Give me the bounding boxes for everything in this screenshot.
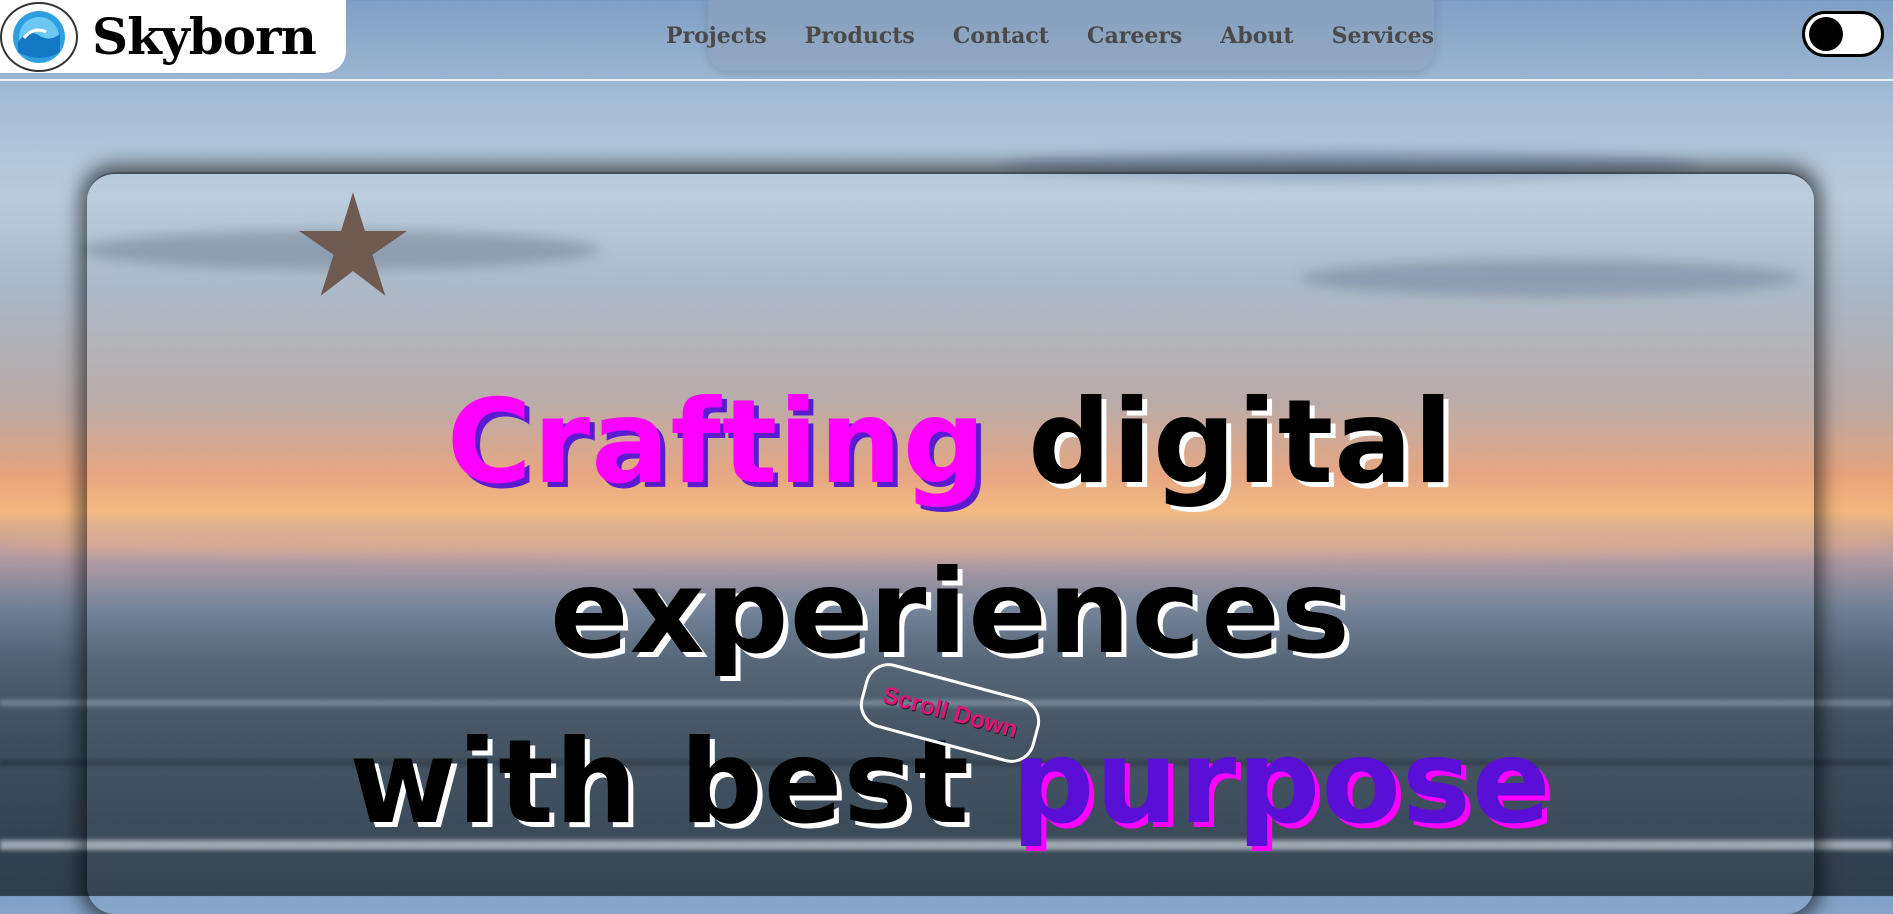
headline-line-1: Crafting digital experiences — [87, 358, 1814, 698]
wave-globe-icon — [0, 1, 78, 72]
headline-text-2: with best — [349, 715, 970, 850]
nav-item-services[interactable]: Services — [1332, 23, 1434, 49]
brand-name: Skyborn — [92, 7, 317, 66]
theme-toggle[interactable] — [1802, 11, 1884, 57]
nav-item-contact[interactable]: Contact — [953, 23, 1049, 49]
nav-item-projects[interactable]: Projects — [666, 23, 767, 49]
hero-headline: Crafting digital experiences with best p… — [87, 358, 1814, 868]
header-divider — [0, 79, 1893, 81]
nav-item-careers[interactable]: Careers — [1087, 23, 1182, 49]
nav-item-products[interactable]: Products — [805, 23, 915, 49]
headline-highlight-crafting: Crafting — [446, 375, 987, 510]
brand[interactable]: Skyborn — [0, 0, 346, 73]
main-nav: Projects Products Contact Careers About … — [666, 0, 1434, 71]
toggle-knob — [1809, 17, 1843, 51]
star-icon — [299, 192, 407, 296]
nav-item-about[interactable]: About — [1220, 23, 1293, 49]
headline-highlight-purpose: purpose — [1011, 715, 1552, 850]
